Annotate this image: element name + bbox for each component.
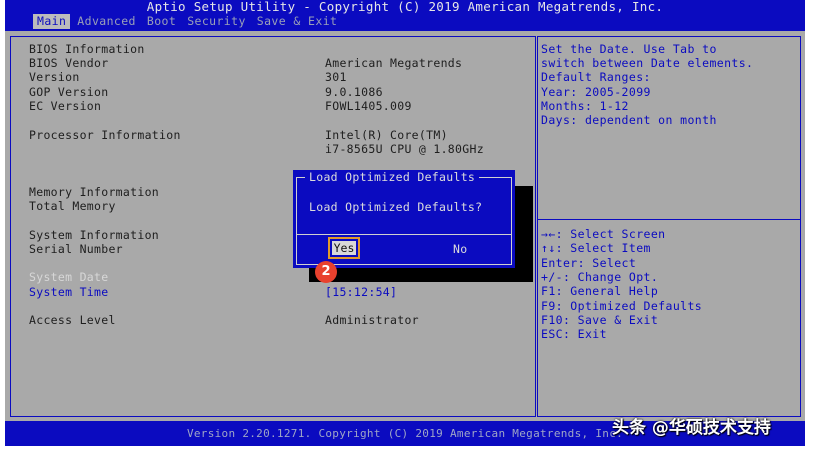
help-line: Days: dependent on month — [541, 113, 717, 127]
processor-model-value: i7-8565U CPU @ 1.80GHz — [325, 142, 484, 156]
key-hint-optimized-defaults: F9: Optimized Defaults — [541, 299, 703, 313]
access-level-value: Administrator — [325, 313, 419, 327]
help-line: Set the Date. Use Tab to — [541, 42, 717, 56]
gop-version-label: GOP Version — [29, 85, 109, 99]
dialog-title: Load Optimized Defaults — [305, 170, 480, 184]
version-value: 301 — [325, 70, 347, 84]
key-hint-enter: Enter: Select — [541, 256, 637, 270]
tab-security[interactable]: Security — [183, 14, 250, 29]
serial-number-label: Serial Number — [29, 242, 123, 256]
help-line: Year: 2005-2099 — [541, 85, 651, 99]
tab-save-exit[interactable]: Save & Exit — [253, 14, 342, 29]
tab-boot[interactable]: Boot — [143, 14, 180, 29]
yes-button[interactable]: Yes — [328, 237, 360, 259]
watermark-text: 头条 @华硕技术支持 — [612, 418, 771, 438]
bios-vendor-label: BIOS Vendor — [29, 56, 109, 70]
ec-version-label: EC Version — [29, 99, 102, 113]
version-label: Version — [29, 70, 80, 84]
tab-advanced[interactable]: Advanced — [73, 14, 140, 29]
system-time-value[interactable]: [15:12:54] — [325, 285, 397, 299]
memory-information-heading: Memory Information — [29, 185, 160, 199]
gop-version-value: 9.0.1086 — [325, 85, 383, 99]
total-memory-label: Total Memory — [29, 199, 116, 213]
dialog-message: Load Optimized Defaults? — [309, 200, 483, 214]
help-line: Default Ranges: — [541, 70, 651, 84]
system-date-label[interactable]: System Date — [29, 270, 108, 284]
bios-information-heading: BIOS Information — [29, 42, 145, 56]
bios-vendor-value: American Megatrends — [325, 56, 463, 70]
ec-version-value: FOWL1405.009 — [325, 99, 412, 113]
no-button[interactable]: No — [453, 242, 467, 256]
tab-bar: Main Advanced Boot Security Save & Exit — [33, 14, 344, 29]
processor-name-value: Intel(R) Core(TM) — [325, 128, 448, 142]
system-time-label[interactable]: System Time — [29, 285, 108, 299]
help-divider — [537, 219, 801, 220]
key-hint-general-help: F1: General Help — [541, 284, 659, 298]
utility-title: Aptio Setup Utility - Copyright (C) 2019… — [146, 0, 664, 14]
tab-main[interactable]: Main — [33, 14, 71, 29]
dialog-separator — [296, 234, 512, 235]
access-level-label: Access Level — [29, 313, 116, 327]
header-bar: Aptio Setup Utility - Copyright (C) 2019… — [5, 0, 805, 31]
key-hint-esc-exit: ESC: Exit — [541, 327, 607, 341]
key-hint-save-exit: F10: Save & Exit — [541, 313, 659, 327]
step-number-badge: 2 — [315, 261, 337, 283]
help-line: switch between Date elements. — [541, 56, 754, 70]
key-hint-change-opt: +/-: Change Opt. — [541, 270, 659, 284]
system-information-heading: System Information — [29, 228, 160, 242]
processor-information-label: Processor Information — [29, 128, 181, 142]
key-hint-select-screen: →←: Select Screen — [541, 227, 666, 241]
load-defaults-dialog: Load Optimized Defaults Load Optimized D… — [293, 170, 515, 268]
yes-button-label: Yes — [332, 241, 356, 255]
key-hint-select-item: ↑↓: Select Item — [541, 241, 651, 255]
help-line: Months: 1-12 — [541, 99, 629, 113]
